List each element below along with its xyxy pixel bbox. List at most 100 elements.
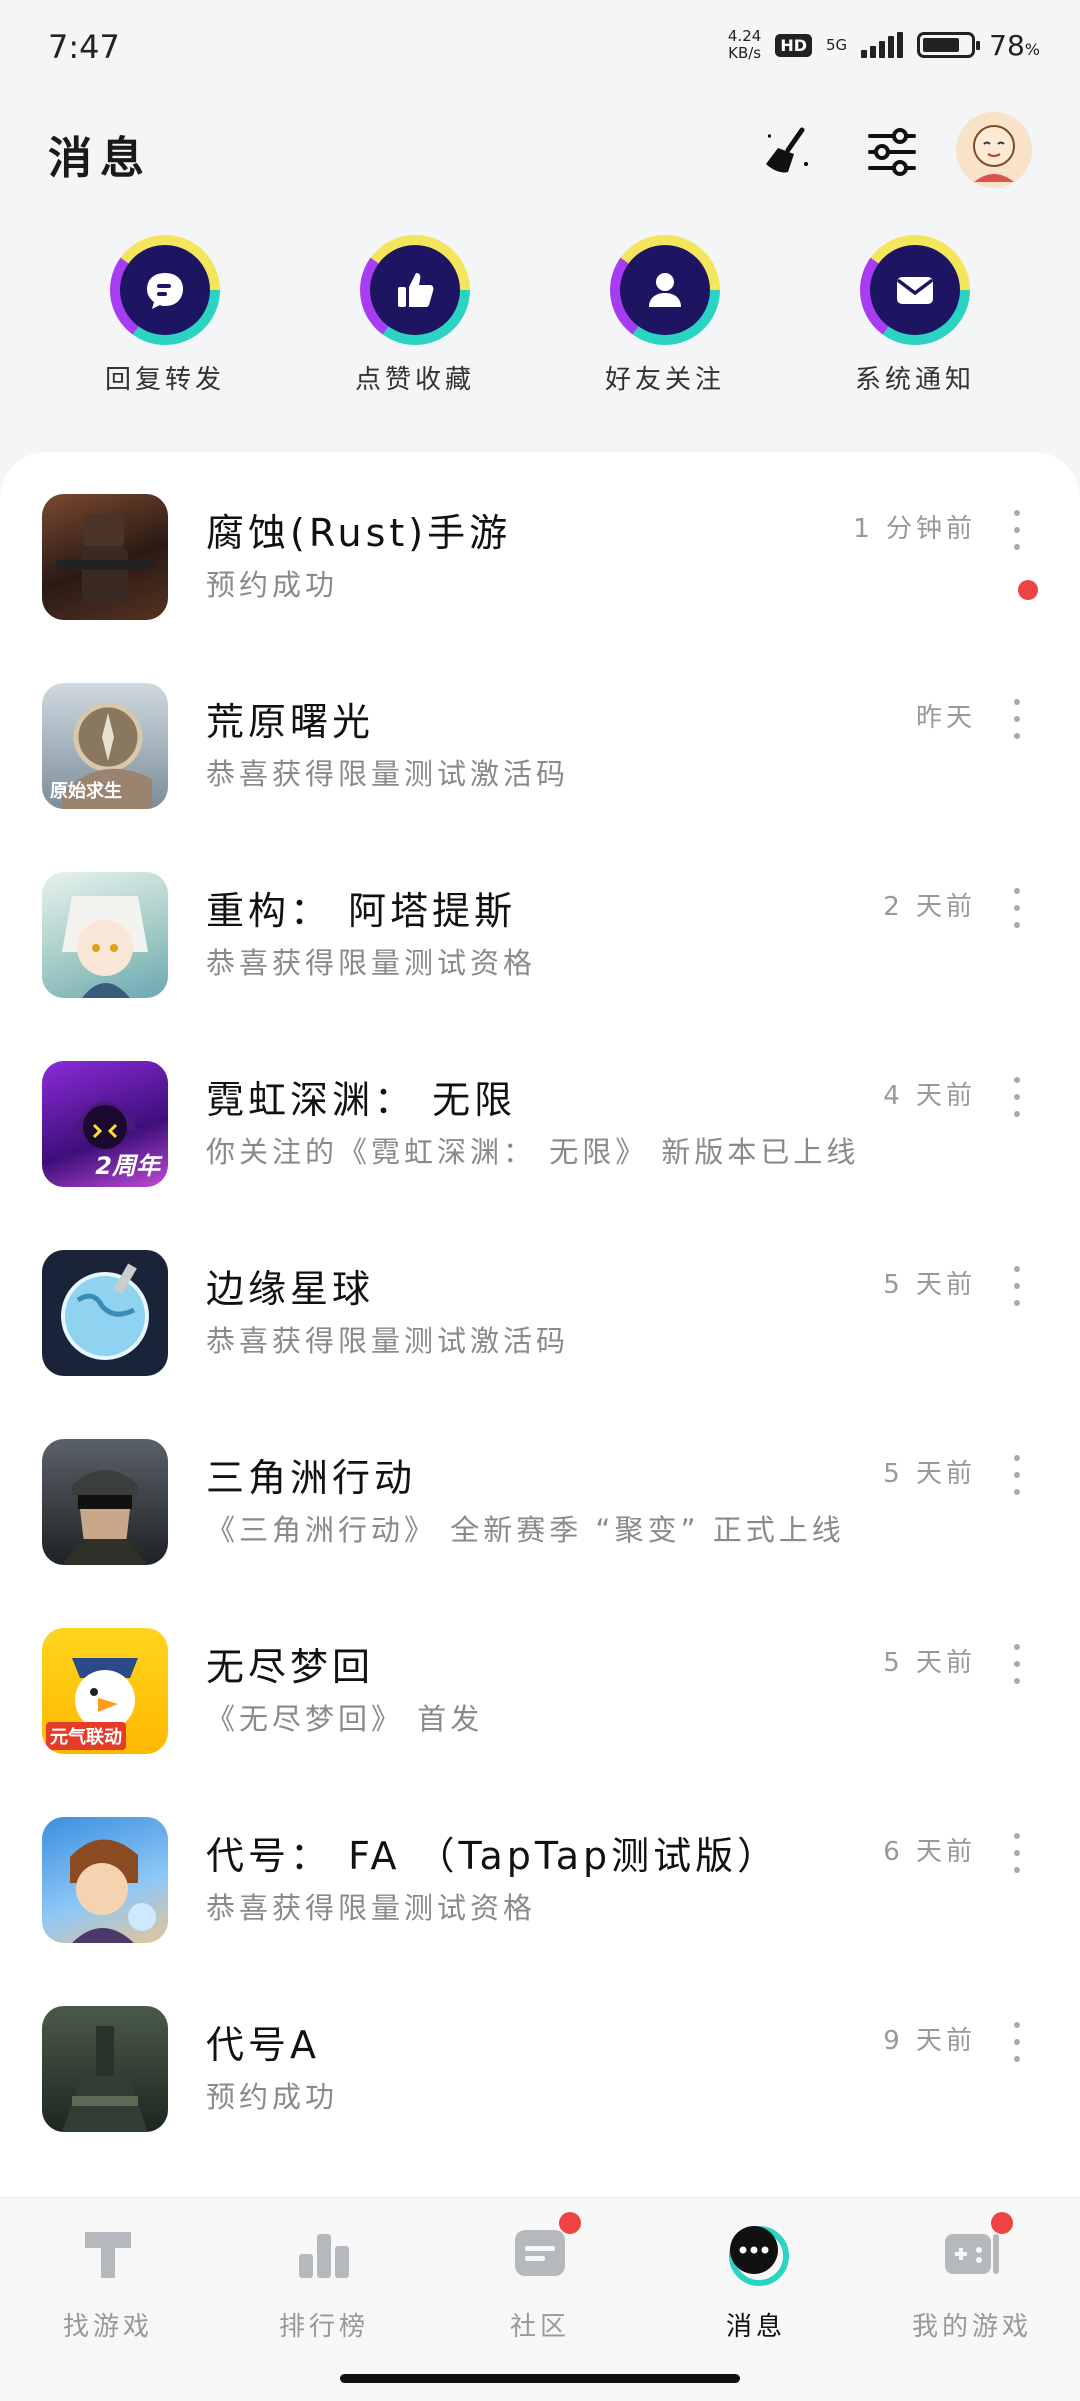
quick-action-badge	[110, 235, 220, 345]
list-item[interactable]: 元气联动 无尽梦回 《无尽梦回》 首发 5 天前	[0, 1586, 1080, 1775]
message-title: 无尽梦回	[206, 1645, 375, 1689]
mail-icon	[897, 277, 933, 304]
message-time: 5 天前	[883, 1459, 976, 1489]
message-subtitle: 《三角洲行动》 全新赛季 “聚变” 正式上线	[206, 1513, 845, 1547]
list-item[interactable]: 边缘星球 恭喜获得限量测试激活码 5 天前	[0, 1208, 1080, 1397]
more-icon[interactable]	[1002, 1833, 1032, 1873]
nav-messages[interactable]: 消息	[656, 2218, 856, 2343]
message-subtitle: 恭喜获得限量测试激活码	[206, 757, 570, 791]
game-thumbnail	[42, 1250, 168, 1376]
quick-action-likes[interactable]: 点赞收藏	[315, 235, 515, 405]
nav-my-games[interactable]: 我的游戏	[872, 2212, 1072, 2343]
message-subtitle: 预约成功	[206, 2080, 339, 2114]
message-subtitle: 恭喜获得限量测试资格	[206, 946, 537, 980]
status-time: 7:47	[48, 28, 120, 66]
hd-badge: HD	[775, 33, 812, 57]
message-title: 霓虹深渊： 无限	[206, 1078, 517, 1122]
game-thumbnail	[42, 1817, 168, 1943]
more-icon[interactable]	[1002, 1077, 1032, 1117]
more-icon[interactable]	[1002, 1644, 1032, 1684]
list-item[interactable]: 重构： 阿塔提斯 恭喜获得限量测试资格 2 天前	[0, 830, 1080, 1019]
list-item[interactable]: 代号A 预约成功 9 天前	[0, 1964, 1080, 2153]
nav-label: 排行榜	[278, 2312, 369, 2342]
more-icon[interactable]	[1002, 699, 1032, 739]
thumbnail-caption: 2周年	[95, 1152, 160, 1180]
quick-action-reply[interactable]: 回复转发	[65, 235, 265, 405]
game-thumbnail: 原始求生	[42, 683, 168, 809]
quick-action-label: 系统通知	[854, 365, 975, 395]
network-speed-unit: KB/s	[728, 44, 762, 62]
list-item[interactable]: 腐蚀(Rust)手游 预约成功 1 分钟前	[0, 452, 1080, 641]
avatar[interactable]	[956, 112, 1032, 188]
quick-action-badge	[360, 235, 470, 345]
message-list: 腐蚀(Rust)手游 预约成功 1 分钟前 原始求生 荒原曙光 恭喜获得限量测试…	[0, 452, 1080, 2197]
more-icon[interactable]	[1002, 2022, 1032, 2062]
nav-label: 消息	[725, 2312, 786, 2342]
nav-badge	[559, 2212, 581, 2234]
game-thumbnail	[42, 2006, 168, 2132]
quick-action-friends[interactable]: 好友关注	[565, 235, 765, 405]
message-time: 6 天前	[883, 1837, 976, 1867]
message-icon	[721, 2218, 791, 2288]
list-item[interactable]: 代号： FA （TapTap测试版） 恭喜获得限量测试资格 6 天前	[0, 1775, 1080, 1964]
settings-button[interactable]	[860, 120, 924, 184]
message-time: 5 天前	[883, 1270, 976, 1300]
quick-action-label: 回复转发	[104, 365, 225, 395]
message-time: 4 天前	[883, 1081, 976, 1111]
community-icon	[505, 2212, 581, 2288]
network-type: 5G	[825, 36, 848, 54]
thumbs-up-icon	[398, 273, 434, 307]
game-thumbnail	[42, 1439, 168, 1565]
message-title: 重构： 阿塔提斯	[206, 889, 517, 933]
status-right: 4.24 KB/s HD 5G 78%	[728, 28, 1040, 62]
signal-icon	[861, 32, 904, 58]
message-title: 代号A	[206, 2023, 320, 2067]
clear-all-button[interactable]	[754, 120, 818, 184]
nav-ranking[interactable]: 排行榜	[224, 2218, 424, 2343]
more-icon[interactable]	[1002, 1266, 1032, 1306]
ranking-icon	[289, 2218, 359, 2288]
message-title: 边缘星球	[206, 1267, 375, 1311]
message-time: 1 分钟前	[853, 514, 976, 544]
my-games-icon	[937, 2212, 1013, 2288]
nav-community[interactable]: 社区	[440, 2212, 640, 2343]
more-icon[interactable]	[1002, 888, 1032, 928]
message-title: 腐蚀(Rust)手游	[206, 511, 512, 555]
game-thumbnail	[42, 494, 168, 620]
bottom-nav: 找游戏 排行榜 社区 消息 我的游戏	[0, 2197, 1080, 2401]
broom-icon	[766, 127, 808, 173]
list-item[interactable]: 原始求生 荒原曙光 恭喜获得限量测试激活码 昨天	[0, 641, 1080, 830]
battery-value: 78	[989, 28, 1025, 62]
game-thumbnail	[42, 872, 168, 998]
game-thumbnail: 2周年	[42, 1061, 168, 1187]
message-title: 荒原曙光	[206, 700, 375, 744]
page-title: 消息	[48, 133, 152, 184]
battery-unit: %	[1024, 39, 1040, 59]
list-item[interactable]: 2周年 霓虹深渊： 无限 你关注的《霓虹深渊： 无限》 新版本已上线 4 天前	[0, 1019, 1080, 1208]
unread-dot	[1018, 580, 1038, 600]
nav-badge	[991, 2212, 1013, 2234]
network-speed: 4.24 KB/s	[728, 28, 761, 62]
page-header: 消息	[0, 100, 1080, 200]
more-icon[interactable]	[1002, 510, 1032, 550]
message-title: 代号： FA （TapTap测试版）	[206, 1834, 780, 1878]
status-bar: 7:47 4.24 KB/s HD 5G 78%	[0, 0, 1080, 96]
list-item[interactable]: 三角洲行动 《三角洲行动》 全新赛季 “聚变” 正式上线 5 天前	[0, 1397, 1080, 1586]
message-time: 5 天前	[883, 1648, 976, 1678]
more-icon[interactable]	[1002, 1455, 1032, 1495]
nav-label: 找游戏	[62, 2312, 153, 2342]
message-time: 2 天前	[883, 892, 976, 922]
reply-icon	[147, 273, 183, 309]
quick-action-system[interactable]: 系统通知	[815, 235, 1015, 405]
nav-find-games[interactable]: 找游戏	[8, 2218, 208, 2343]
network-speed-value: 4.24	[727, 27, 762, 45]
quick-action-label: 好友关注	[604, 365, 725, 395]
message-subtitle: 恭喜获得限量测试激活码	[206, 1324, 570, 1358]
find-games-icon	[73, 2218, 143, 2288]
home-indicator[interactable]	[340, 2374, 740, 2383]
person-icon	[649, 273, 681, 307]
quick-action-label: 点赞收藏	[354, 365, 475, 395]
battery-icon	[917, 32, 981, 58]
thumbnail-caption: 元气联动	[46, 1722, 126, 1750]
battery-percent: 78%	[989, 29, 1040, 62]
